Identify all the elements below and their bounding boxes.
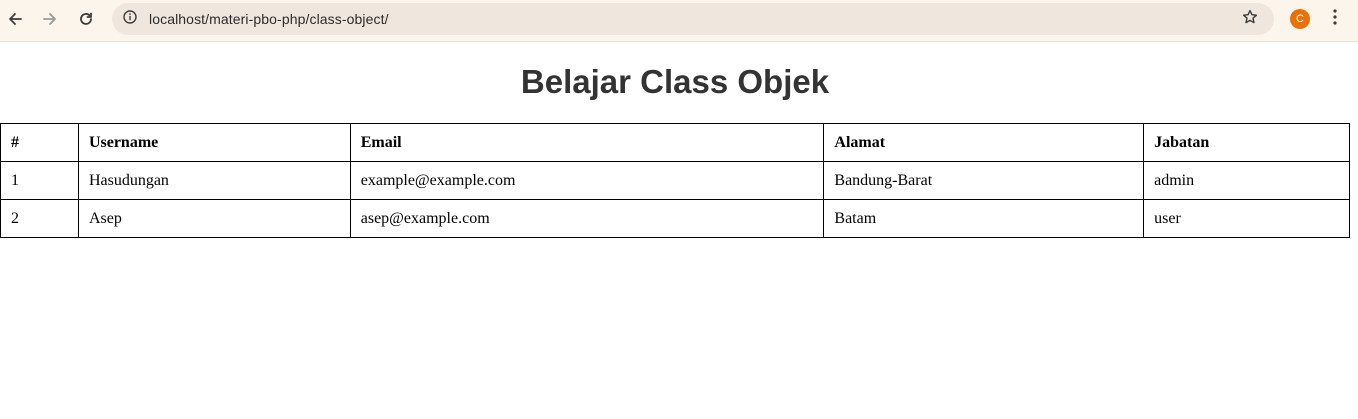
- cell-jabatan: admin: [1143, 161, 1350, 200]
- users-table: # Username Email Alamat Jabatan 1 Hasudu…: [0, 123, 1350, 238]
- table-header-row: # Username Email Alamat Jabatan: [0, 123, 1350, 162]
- cell-email: asep@example.com: [349, 199, 825, 238]
- cell-email: example@example.com: [349, 161, 825, 200]
- cell-number: 2: [0, 199, 79, 238]
- cell-alamat: Batam: [823, 199, 1145, 238]
- page-title: Belajar Class Objek: [520, 63, 830, 100]
- cell-alamat: Bandung-Barat: [823, 161, 1145, 200]
- browser-toolbar: localhost/materi-pbo-php/class-object/ C: [0, 0, 1358, 42]
- info-icon: [123, 9, 137, 29]
- address-bar[interactable]: localhost/materi-pbo-php/class-object/: [112, 3, 1274, 35]
- url-text[interactable]: localhost/materi-pbo-php/class-object/: [149, 11, 389, 27]
- forward-button[interactable]: [36, 5, 64, 33]
- page-content: Belajar Class Objek # Username Email Ala…: [0, 43, 1358, 419]
- site-info-button[interactable]: [120, 9, 140, 29]
- header-email: Email: [349, 123, 825, 162]
- more-vertical-icon: [1333, 8, 1337, 30]
- back-button[interactable]: [1, 5, 29, 33]
- bookmark-button[interactable]: [1240, 9, 1260, 29]
- star-icon: [1242, 9, 1258, 30]
- browser-menu-button[interactable]: [1325, 7, 1345, 31]
- arrow-left-icon: [7, 11, 23, 27]
- header-jabatan: Jabatan: [1143, 123, 1350, 162]
- header-alamat: Alamat: [823, 123, 1145, 162]
- table-row: 1 Hasudungan example@example.com Bandung…: [0, 161, 1350, 200]
- cell-jabatan: user: [1143, 199, 1350, 238]
- cell-username: Hasudungan: [77, 161, 351, 200]
- arrow-right-icon: [42, 11, 58, 27]
- reload-button[interactable]: [72, 5, 100, 33]
- header-username: Username: [77, 123, 351, 162]
- header-number: #: [0, 123, 79, 162]
- table-row: 2 Asep asep@example.com Batam user: [0, 199, 1350, 238]
- cell-username: Asep: [77, 199, 351, 238]
- reload-icon: [78, 11, 94, 27]
- profile-avatar[interactable]: C: [1290, 9, 1310, 29]
- cell-number: 1: [0, 161, 79, 200]
